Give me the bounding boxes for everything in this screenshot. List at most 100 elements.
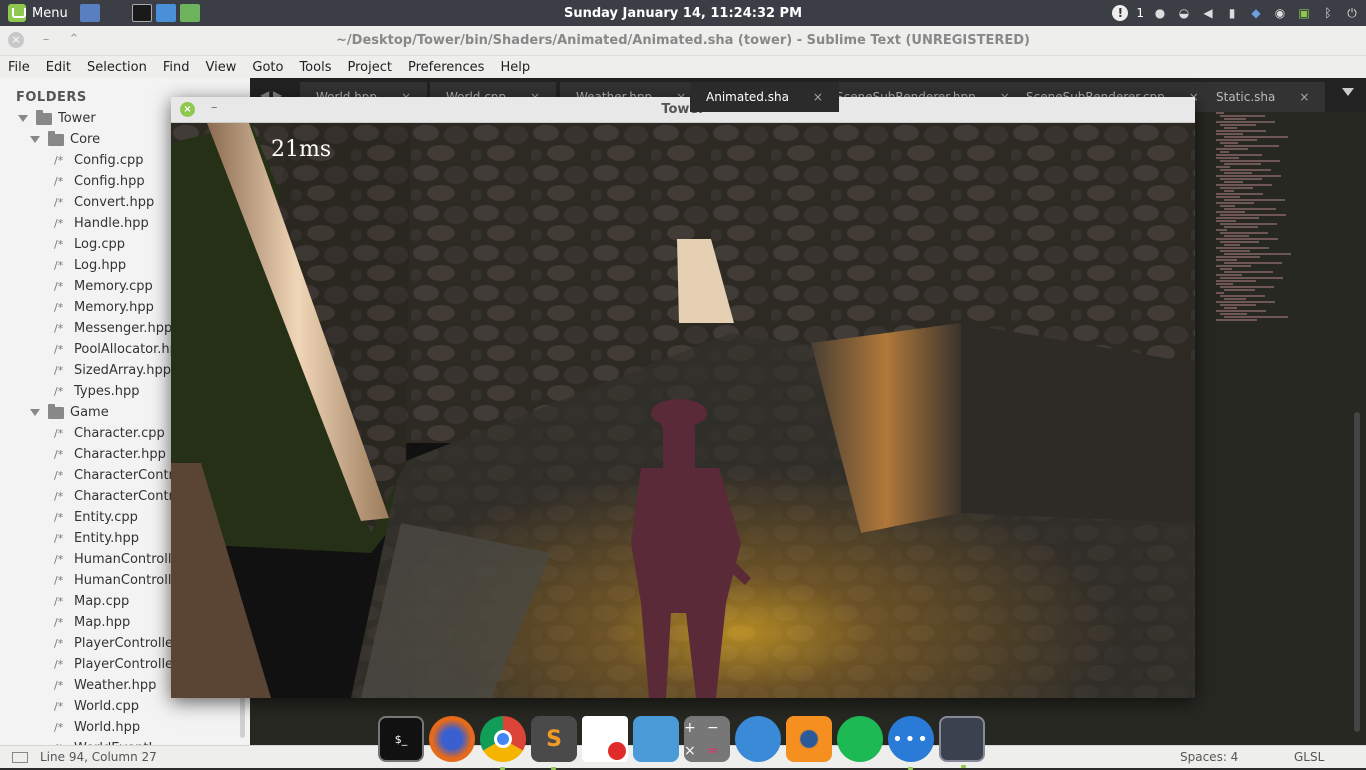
file-item[interactable]: /* Character.hpp bbox=[54, 444, 166, 465]
file-item[interactable]: /* Convert.hpp bbox=[54, 192, 154, 213]
file-item[interactable]: /* Messenger.hpp bbox=[54, 318, 172, 339]
minimap-line bbox=[1216, 301, 1275, 303]
window-dock-icon[interactable] bbox=[939, 716, 985, 768]
file-item[interactable]: /* PoolAllocator.hpp bbox=[54, 339, 186, 360]
menu-preferences[interactable]: Preferences bbox=[400, 60, 492, 75]
spotify-dock-icon[interactable] bbox=[837, 716, 883, 762]
menu-help[interactable]: Help bbox=[492, 60, 538, 75]
file-label: HumanControlle bbox=[74, 552, 180, 567]
sublime-text-dock-icon[interactable]: S bbox=[531, 716, 577, 770]
files-dock-icon[interactable] bbox=[633, 716, 679, 762]
file-label: Log.hpp bbox=[74, 258, 127, 273]
file-item[interactable]: /* Handle.hpp bbox=[54, 213, 149, 234]
image-viewer-launcher-icon[interactable] bbox=[180, 4, 200, 22]
file-item[interactable]: /* Memory.cpp bbox=[54, 276, 153, 297]
minimap-line bbox=[1220, 241, 1259, 243]
file-item[interactable]: /* World.cpp bbox=[54, 696, 139, 717]
file-item[interactable]: /* CharacterControl bbox=[54, 465, 185, 486]
menu-edit[interactable]: Edit bbox=[38, 60, 79, 75]
game-window: × – Tower 21ms bbox=[171, 97, 1195, 698]
terminal-dock-icon[interactable]: $_ bbox=[378, 716, 424, 762]
expand-icon[interactable] bbox=[30, 409, 40, 416]
chat-icon[interactable]: ◉ bbox=[1272, 5, 1288, 21]
folder-tower[interactable]: Tower bbox=[18, 108, 96, 129]
chrome-dock-icon[interactable] bbox=[480, 716, 526, 770]
file-item[interactable]: /* Entity.hpp bbox=[54, 528, 139, 549]
file-item[interactable]: /* CharacterControl bbox=[54, 486, 185, 507]
volume-icon[interactable]: ◀ bbox=[1200, 5, 1216, 21]
folder-game[interactable]: Game bbox=[30, 402, 109, 423]
file-label: Memory.cpp bbox=[74, 279, 153, 294]
file-item[interactable]: /* Types.hpp bbox=[54, 381, 140, 402]
file-label: Entity.hpp bbox=[74, 531, 139, 546]
messages-dock-icon[interactable]: ••• bbox=[888, 716, 934, 770]
indentation-setting[interactable]: Spaces: 4 bbox=[1180, 750, 1238, 764]
game-viewport[interactable]: 21ms bbox=[171, 123, 1195, 698]
minimap-line bbox=[1220, 187, 1253, 189]
tab-close-icon[interactable]: × bbox=[813, 90, 823, 104]
folder-core[interactable]: Core bbox=[30, 129, 100, 150]
file-item[interactable]: /* HumanControlle bbox=[54, 549, 180, 570]
minimap-line bbox=[1224, 190, 1234, 192]
file-item[interactable]: /* Map.cpp bbox=[54, 591, 129, 612]
file-item[interactable]: /* Memory.hpp bbox=[54, 297, 154, 318]
file-item[interactable]: /* Config.cpp bbox=[54, 150, 144, 171]
bluetooth-icon[interactable]: ᛒ bbox=[1320, 5, 1336, 21]
shield-icon[interactable]: ◆ bbox=[1248, 5, 1264, 21]
battery-icon[interactable]: ▮ bbox=[1224, 5, 1240, 21]
file-item[interactable]: /* PlayerController. bbox=[54, 654, 181, 675]
file-label: SizedArray.hpp bbox=[74, 363, 171, 378]
file-item[interactable]: /* Character.cpp bbox=[54, 423, 165, 444]
editor-scrollbar[interactable] bbox=[1354, 412, 1360, 732]
hexchat-dock-icon[interactable] bbox=[735, 716, 781, 762]
file-label: CharacterControl bbox=[74, 489, 186, 504]
power-icon[interactable]: ⏻ bbox=[1344, 5, 1360, 21]
terminal-launcher-icon[interactable] bbox=[132, 4, 152, 22]
menu-tools[interactable]: Tools bbox=[291, 60, 339, 75]
file-item[interactable]: /* Log.hpp bbox=[54, 255, 126, 276]
wifi-icon[interactable]: ◒ bbox=[1176, 5, 1192, 21]
firefox-dock-icon[interactable] bbox=[429, 716, 475, 762]
minimap-line bbox=[1216, 280, 1256, 282]
expand-icon[interactable] bbox=[30, 136, 40, 143]
panel-toggle-icon[interactable] bbox=[12, 752, 28, 763]
file-item[interactable]: /* Map.hpp bbox=[54, 612, 130, 633]
file-item[interactable]: /*WorldEventL bbox=[54, 738, 156, 745]
menu-selection[interactable]: Selection bbox=[79, 60, 155, 75]
syntax-setting[interactable]: GLSL bbox=[1294, 750, 1324, 764]
minimap-line bbox=[1224, 235, 1249, 237]
file-item[interactable]: /* Weather.hpp bbox=[54, 675, 156, 696]
expand-icon[interactable] bbox=[18, 115, 28, 122]
file-label: World.cpp bbox=[74, 699, 140, 714]
menu-file[interactable]: File bbox=[0, 60, 38, 75]
file-item[interactable]: /* PlayerController. bbox=[54, 633, 181, 654]
alert-icon[interactable]: ! bbox=[1112, 5, 1129, 21]
file-icon: /* bbox=[54, 469, 64, 482]
file-item[interactable]: /* SizedArray.hpp bbox=[54, 360, 171, 381]
minimap-line bbox=[1216, 193, 1263, 195]
file-item[interactable]: /* Log.cpp bbox=[54, 234, 125, 255]
blender-dock-icon[interactable] bbox=[786, 716, 832, 762]
folder-label: Core bbox=[70, 132, 101, 147]
menu-view[interactable]: View bbox=[198, 60, 245, 75]
text-editor-dock-icon[interactable] bbox=[582, 716, 628, 762]
file-item[interactable]: /* World.hpp bbox=[54, 717, 140, 738]
tab-static-sha[interactable]: Static.sha × bbox=[1200, 82, 1326, 112]
desktop-launcher-icon[interactable] bbox=[80, 4, 100, 22]
tab-dropdown-icon[interactable] bbox=[1342, 88, 1354, 96]
tab-close-icon[interactable]: × bbox=[1299, 90, 1309, 104]
file-item[interactable]: /* HumanControlle bbox=[54, 570, 180, 591]
menu-project[interactable]: Project bbox=[339, 60, 399, 75]
menu-find[interactable]: Find bbox=[155, 60, 198, 75]
files-launcher-icon[interactable] bbox=[156, 4, 176, 22]
tab-animated-sha[interactable]: Animated.sha × bbox=[690, 82, 839, 112]
update-manager-icon[interactable]: ▣ bbox=[1296, 5, 1312, 21]
user-icon[interactable]: ● bbox=[1152, 5, 1168, 21]
file-item[interactable]: /* Config.hpp bbox=[54, 171, 145, 192]
file-icon: /* bbox=[54, 553, 64, 566]
file-label: Config.cpp bbox=[74, 153, 144, 168]
file-item[interactable]: /* Entity.cpp bbox=[54, 507, 138, 528]
calculator-dock-icon[interactable]: + − × = bbox=[684, 716, 730, 762]
minimap[interactable] bbox=[1216, 112, 1316, 342]
menu-goto[interactable]: Goto bbox=[244, 60, 291, 75]
